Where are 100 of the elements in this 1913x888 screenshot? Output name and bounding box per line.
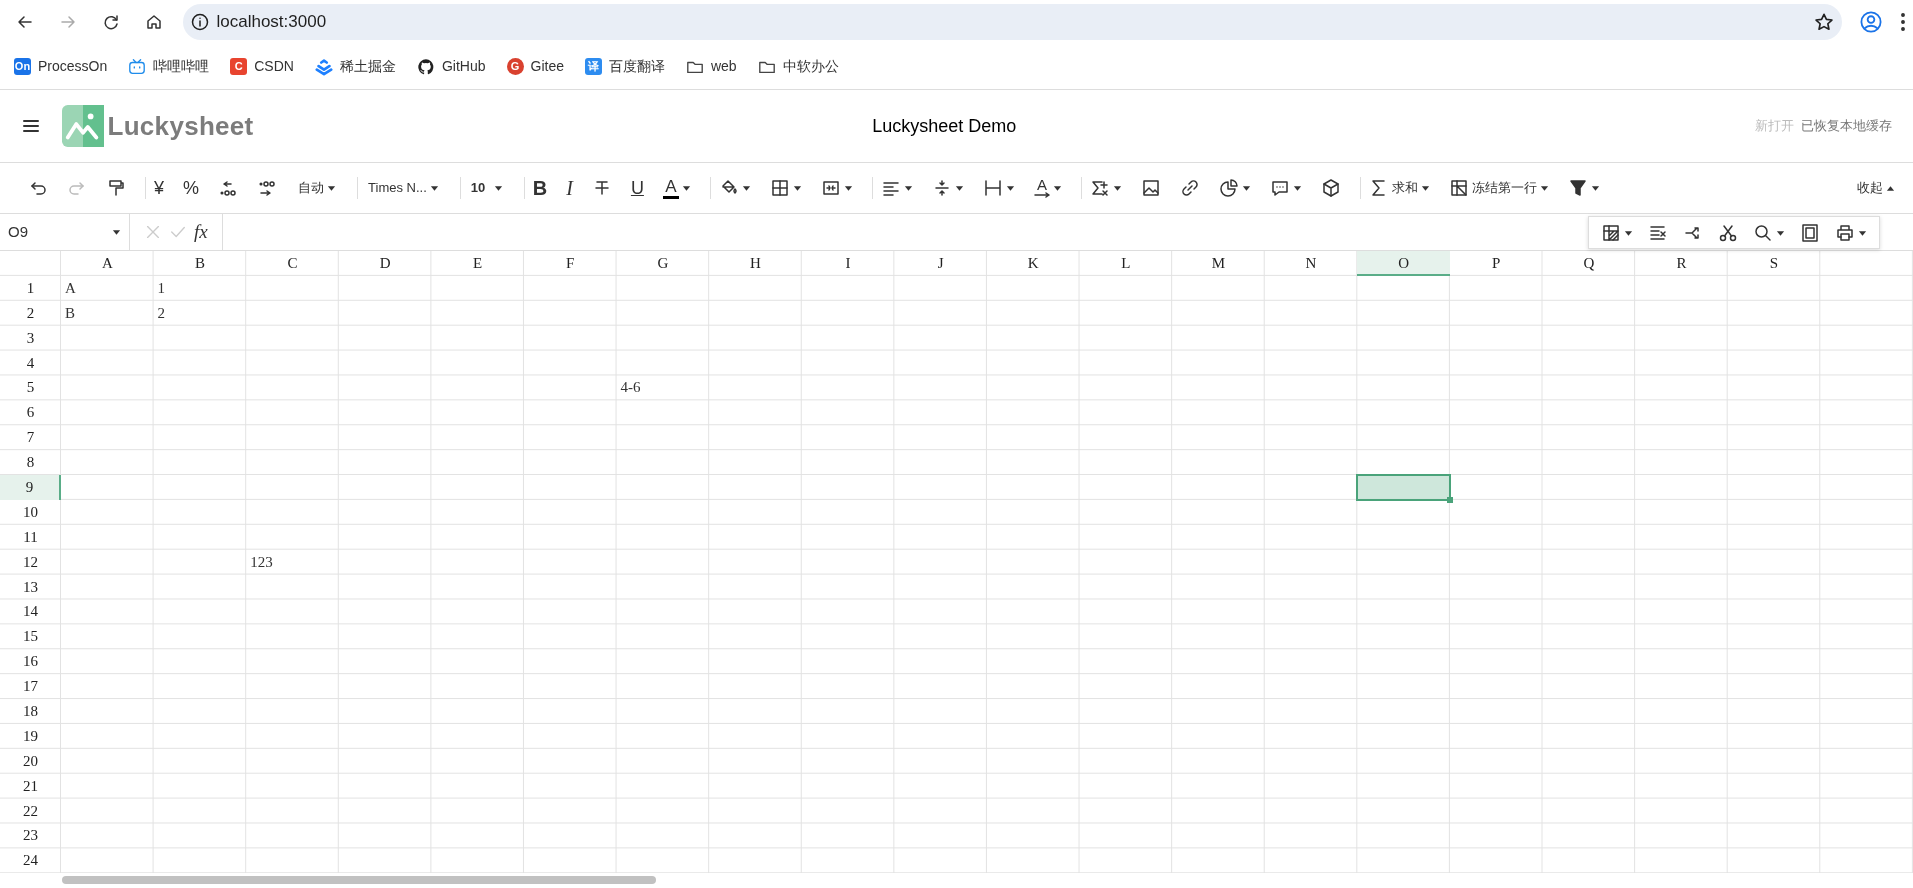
row-header[interactable]: 5 — [0, 375, 61, 401]
column-header[interactable]: N — [1264, 251, 1358, 276]
bookmark-link[interactable]: 译 百度翻译 — [584, 56, 665, 77]
row-header[interactable]: 14 — [0, 599, 61, 625]
row-header[interactable]: 19 — [0, 723, 61, 749]
column-header[interactable]: B — [153, 251, 247, 276]
site-icon: C — [230, 58, 248, 75]
bookmark-link[interactable]: GitHub — [416, 56, 486, 77]
bookmark-link[interactable]: web — [685, 56, 737, 77]
profile-icon[interactable] — [1859, 10, 1883, 34]
scissors-icon — [1718, 222, 1738, 243]
scrollbar-thumb[interactable] — [62, 876, 656, 885]
caret-icon — [1624, 228, 1633, 237]
row-header[interactable]: 10 — [0, 499, 61, 525]
fill-handle[interactable] — [1446, 496, 1453, 503]
row-header[interactable]: 23 — [0, 823, 61, 849]
hatched-square-icon — [1601, 222, 1621, 243]
column-header[interactable]: A — [61, 251, 154, 276]
freeze-button[interactable]: 冻结第一行 — [1444, 173, 1553, 203]
row-header[interactable]: 6 — [0, 400, 61, 426]
bookmark-link[interactable]: G Gitee — [506, 56, 564, 77]
column-header[interactable]: P — [1449, 251, 1543, 276]
caret-icon — [1241, 184, 1251, 192]
row-header[interactable]: 8 — [0, 450, 61, 475]
app-title: Luckysheet Demo — [872, 115, 1017, 136]
row-header[interactable]: 2 — [0, 300, 61, 326]
bookmark-link[interactable]: 稀土掘金 — [314, 56, 396, 77]
column-header[interactable]: F — [523, 251, 617, 276]
cube-icon — [1320, 178, 1341, 198]
format-button[interactable]: ¥ — [150, 173, 168, 203]
row-header[interactable]: 17 — [0, 674, 61, 700]
column-header[interactable]: K — [986, 251, 1080, 276]
bold-button[interactable]: B — [528, 173, 552, 203]
column-header[interactable]: C — [246, 251, 339, 276]
format-button[interactable]: % — [179, 173, 204, 203]
row-header[interactable]: 1 — [0, 275, 61, 301]
column-header[interactable]: R — [1635, 251, 1728, 276]
table-cell-text: 123 — [249, 552, 273, 572]
text-rotate-button[interactable]: A — [1029, 173, 1066, 203]
column-header[interactable]: M — [1172, 251, 1265, 276]
caret-icon — [903, 184, 913, 192]
status-text: 新打开 — [1755, 117, 1794, 136]
column-header[interactable]: H — [709, 251, 802, 276]
caret-icon — [954, 184, 964, 192]
star-icon[interactable] — [1813, 11, 1835, 33]
column-header[interactable]: E — [431, 251, 524, 276]
row-header[interactable]: 20 — [0, 748, 61, 774]
row-header[interactable]: 15 — [0, 624, 61, 650]
arrow-icon — [1033, 192, 1050, 198]
bookmark-link[interactable]: 哔哩哔哩 — [128, 56, 210, 77]
row-header[interactable]: 11 — [0, 524, 61, 550]
kebab-menu-icon[interactable] — [1900, 12, 1906, 32]
row-header[interactable]: 9 — [0, 475, 61, 500]
text-color-button[interactable]: A — [658, 173, 695, 203]
url-text: localhost:3000 — [216, 11, 327, 34]
caret-icon — [681, 184, 691, 192]
bookmark-link[interactable]: 中软办公 — [757, 56, 839, 77]
address-bar[interactable]: localhost:3000 — [182, 4, 1842, 40]
table-cell-text: 2 — [156, 303, 166, 323]
paint-roller-icon — [106, 178, 126, 198]
decimal-icon — [218, 178, 239, 198]
row-header[interactable]: 12 — [0, 549, 61, 575]
row-header[interactable]: 21 — [0, 773, 61, 799]
row-header[interactable]: 16 — [0, 649, 61, 675]
caret-icon — [1858, 228, 1867, 237]
caret-icon — [1886, 184, 1895, 192]
column-header[interactable]: I — [801, 251, 895, 276]
dropdown[interactable]: 10 — [464, 173, 509, 203]
column-header[interactable]: Q — [1542, 251, 1636, 276]
italic-button[interactable]: I — [562, 173, 577, 203]
column-header[interactable]: J — [894, 251, 987, 276]
filter-icon — [1567, 178, 1588, 198]
frame-icon — [1800, 222, 1820, 243]
bookmark-link[interactable]: On ProcessOn — [14, 56, 108, 77]
dropdown[interactable]: 自动 — [292, 173, 343, 203]
selected-cell[interactable] — [1356, 474, 1451, 501]
freeze-grid-icon — [1448, 178, 1469, 198]
row-header[interactable]: 13 — [0, 574, 61, 600]
underline-button[interactable]: U — [626, 173, 648, 203]
row-header[interactable]: 22 — [0, 798, 61, 824]
name-box[interactable]: O9 — [0, 214, 130, 250]
table-cell-text: 4-6 — [619, 378, 641, 398]
row-header[interactable]: 7 — [0, 425, 61, 451]
column-header[interactable]: O — [1357, 251, 1450, 276]
collapse-button[interactable]: 收起 — [1853, 173, 1899, 203]
row-header[interactable]: 4 — [0, 350, 61, 376]
row-header[interactable]: 24 — [0, 848, 61, 874]
row-header[interactable]: 18 — [0, 699, 61, 724]
bookmark-link[interactable]: C CSDN — [230, 56, 294, 77]
row-header[interactable]: 3 — [0, 325, 61, 351]
reload-icon — [101, 12, 121, 32]
column-header[interactable]: L — [1079, 251, 1173, 276]
sum-button[interactable]: 求和 — [1364, 173, 1434, 203]
column-header[interactable]: S — [1727, 251, 1821, 276]
column-header[interactable]: D — [338, 251, 432, 276]
column-header[interactable]: G — [616, 251, 710, 276]
caret-icon — [741, 184, 751, 192]
dropdown[interactable]: Times N... — [362, 173, 445, 203]
link-icon — [1179, 178, 1200, 198]
caret-icon — [1112, 184, 1122, 192]
